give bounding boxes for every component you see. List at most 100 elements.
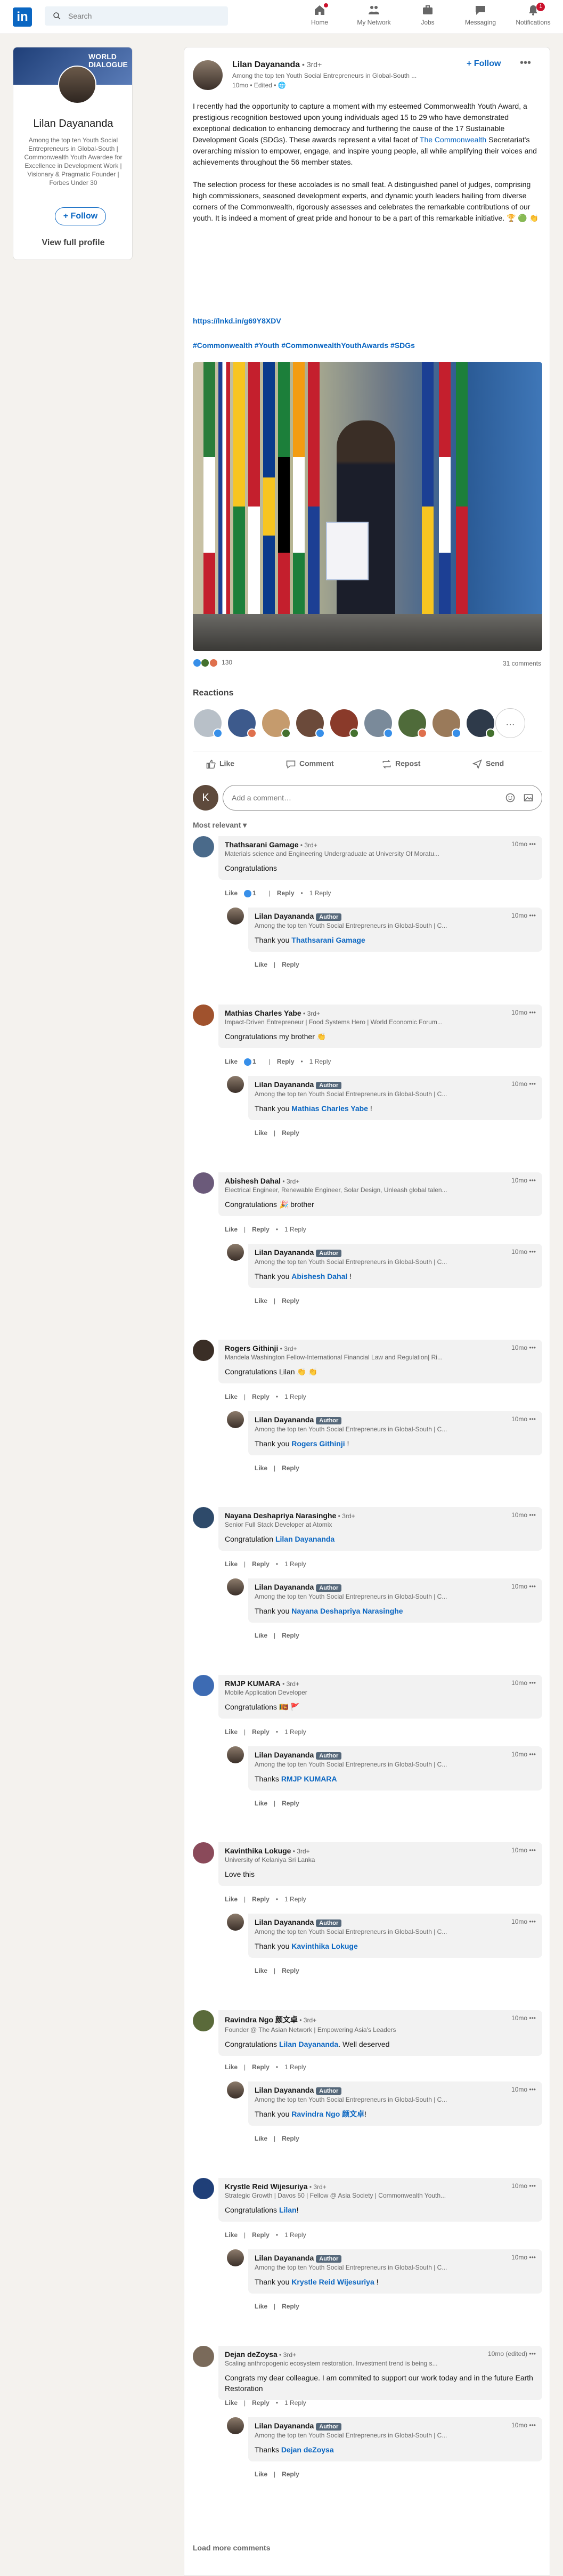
more-options-icon[interactable]: •••: [529, 2350, 536, 2358]
comment-reply-button[interactable]: Reply: [252, 2063, 270, 2071]
comment-button[interactable]: Comment: [285, 754, 334, 775]
more-options-icon[interactable]: •••: [529, 2086, 536, 2093]
reply-author-avatar[interactable]: [227, 2081, 244, 2099]
reply-like-button[interactable]: Like: [255, 1632, 267, 1639]
view-full-profile-link[interactable]: View full profile: [13, 238, 132, 248]
mention-link[interactable]: Thathsarani Gamage: [291, 936, 365, 944]
comment-like-button[interactable]: Like: [225, 2063, 238, 2071]
comment-like-button[interactable]: Like: [225, 889, 238, 897]
reply-author-name[interactable]: Lilan Dayananda Author: [255, 2421, 536, 2431]
commenter-name-text[interactable]: Rogers Githinji: [225, 1344, 278, 1352]
commenter-name-text[interactable]: Abishesh Dahal: [225, 1177, 281, 1185]
reactor-avatar[interactable]: [295, 708, 325, 738]
commenter-avatar[interactable]: [193, 1842, 214, 1864]
commenter-name-text[interactable]: Ravindra Ngo 颜文卓: [225, 2015, 298, 2024]
reply-reply-button[interactable]: Reply: [282, 1967, 299, 1974]
commenter-avatar[interactable]: [193, 836, 214, 857]
reply-author-name-text[interactable]: Lilan Dayananda: [255, 1751, 314, 1759]
reply-like-button[interactable]: Like: [255, 1464, 267, 1472]
reply-count[interactable]: 1 Reply: [284, 2399, 306, 2407]
reply-count[interactable]: 1 Reply: [309, 1058, 331, 1065]
reply-reply-button[interactable]: Reply: [282, 2303, 299, 2310]
comment-like-button[interactable]: Like: [225, 1728, 238, 1736]
reply-author-name[interactable]: Lilan Dayananda Author: [255, 1751, 536, 1760]
reply-count[interactable]: 1 Reply: [284, 1728, 306, 1736]
reply-author-name-text[interactable]: Lilan Dayananda: [255, 2254, 314, 2262]
reply-reply-button[interactable]: Reply: [282, 961, 299, 968]
reply-author-avatar[interactable]: [227, 1076, 244, 1093]
reply-reply-button[interactable]: Reply: [282, 2135, 299, 2142]
reply-author-avatar[interactable]: [227, 1411, 244, 1428]
comment-like-button[interactable]: Like: [225, 1393, 238, 1400]
reactor-avatar[interactable]: [431, 708, 461, 738]
commenter-name[interactable]: Thathsarani Gamage • 3rd+: [225, 840, 536, 849]
commenter-avatar[interactable]: [193, 1172, 214, 1194]
commenter-avatar[interactable]: [193, 2010, 214, 2031]
profile-name[interactable]: Lilan Dayananda: [13, 118, 132, 130]
mention-link[interactable]: Lilan: [279, 2206, 297, 2214]
more-options-icon[interactable]: •••: [529, 1511, 536, 1519]
repost-button[interactable]: Repost: [381, 754, 420, 775]
reply-count[interactable]: 1 Reply: [284, 1895, 306, 1903]
reply-author-name-text[interactable]: Lilan Dayananda: [255, 912, 314, 920]
more-options-icon[interactable]: •••: [529, 840, 536, 848]
post-hashtags[interactable]: #Commonwealth #Youth #CommonwealthYouthA…: [193, 341, 415, 350]
commenter-name[interactable]: Krystle Reid Wijesuriya • 3rd+: [225, 2182, 536, 2191]
more-options-icon[interactable]: •••: [520, 57, 531, 69]
commenter-avatar[interactable]: [193, 1507, 214, 1528]
reply-author-avatar[interactable]: [227, 1244, 244, 1261]
post-author-name[interactable]: Lilan Dayananda • 3rd+: [232, 60, 322, 70]
reply-author-name[interactable]: Lilan Dayananda Author: [255, 1415, 536, 1424]
commenter-name[interactable]: Ravindra Ngo 颜文卓 • 3rd+: [225, 2014, 536, 2025]
commenter-avatar[interactable]: [193, 2178, 214, 2199]
linkedin-logo[interactable]: in: [13, 7, 32, 27]
reply-author-name-text[interactable]: Lilan Dayananda: [255, 1583, 314, 1591]
more-options-icon[interactable]: •••: [529, 1177, 536, 1184]
more-options-icon[interactable]: •••: [529, 2254, 536, 2261]
reply-author-avatar[interactable]: [227, 1914, 244, 1931]
comment-reply-button[interactable]: Reply: [252, 1393, 270, 1400]
nav-jobs[interactable]: Jobs: [406, 2, 449, 32]
reply-count[interactable]: 1 Reply: [284, 2231, 306, 2239]
more-options-icon[interactable]: •••: [529, 1009, 536, 1016]
commenter-name-text[interactable]: Mathias Charles Yabe: [225, 1009, 301, 1017]
mention-link[interactable]: Dejan deZoysa: [281, 2445, 334, 2454]
search-bar[interactable]: [45, 6, 228, 26]
more-options-icon[interactable]: •••: [529, 1344, 536, 1351]
reply-like-button[interactable]: Like: [255, 2135, 267, 2142]
reply-author-avatar[interactable]: [227, 908, 244, 925]
comment-like-button[interactable]: Like: [225, 1560, 238, 1568]
comment-like-count[interactable]: 1: [244, 889, 263, 897]
author-name-text[interactable]: Lilan Dayananda: [232, 60, 300, 69]
more-options-icon[interactable]: •••: [529, 2014, 536, 2022]
reply-count[interactable]: 1 Reply: [284, 1226, 306, 1233]
mention-link[interactable]: Kavinthika Lokuge: [291, 1942, 357, 1950]
comment-count[interactable]: 31 comments: [503, 660, 541, 667]
reply-count[interactable]: 1 Reply: [284, 1393, 306, 1400]
mention-link[interactable]: RMJP KUMARA: [281, 1775, 337, 1783]
more-options-icon[interactable]: •••: [529, 1751, 536, 1758]
mention-link[interactable]: Mathias Charles Yabe: [291, 1104, 368, 1113]
reply-like-button[interactable]: Like: [255, 2470, 267, 2478]
reply-count[interactable]: 1 Reply: [284, 1560, 306, 1568]
commenter-name[interactable]: Abishesh Dahal • 3rd+: [225, 1177, 536, 1185]
comment-reply-button[interactable]: Reply: [277, 889, 295, 897]
reactor-avatar[interactable]: [397, 708, 427, 738]
commenter-name-text[interactable]: Kavinthika Lokuge: [225, 1846, 291, 1855]
load-more-comments-button[interactable]: Load more comments: [193, 2543, 270, 2552]
more-options-icon[interactable]: •••: [529, 1415, 536, 1423]
more-options-icon[interactable]: •••: [529, 2421, 536, 2429]
reply-like-button[interactable]: Like: [255, 1967, 267, 1974]
commenter-name[interactable]: Nayana Deshapriya Narasinghe • 3rd+: [225, 1511, 536, 1520]
comment-like-count[interactable]: 1: [244, 1058, 263, 1066]
reactor-avatar[interactable]: [193, 708, 223, 738]
reply-author-name-text[interactable]: Lilan Dayananda: [255, 1415, 314, 1424]
more-options-icon[interactable]: •••: [529, 1248, 536, 1255]
reply-author-name-text[interactable]: Lilan Dayananda: [255, 2086, 314, 2094]
reply-author-name[interactable]: Lilan Dayananda Author: [255, 912, 536, 921]
commenter-name[interactable]: Rogers Githinji • 3rd+: [225, 1344, 536, 1352]
reply-author-name-text[interactable]: Lilan Dayananda: [255, 1918, 314, 1926]
reactor-avatar[interactable]: [261, 708, 291, 738]
reply-reply-button[interactable]: Reply: [282, 2470, 299, 2478]
reply-author-name[interactable]: Lilan Dayananda Author: [255, 2086, 536, 2095]
